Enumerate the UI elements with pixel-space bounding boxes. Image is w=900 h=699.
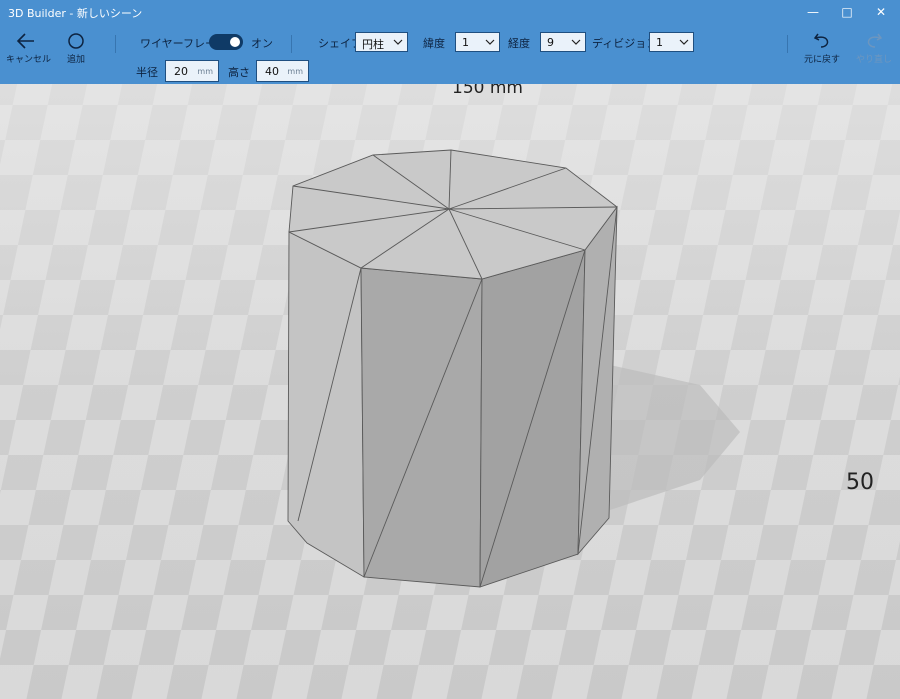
window-title: 3D Builder - 新しいシーン — [8, 7, 143, 20]
minimize-button[interactable]: — — [796, 0, 830, 24]
undo-button[interactable]: 元に戻す — [800, 32, 844, 65]
shape-select[interactable]: 円柱 — [355, 32, 408, 52]
radius-value: 20 — [174, 65, 188, 78]
chevron-down-icon — [679, 39, 689, 45]
toggle-knob — [230, 37, 240, 47]
undo-icon — [813, 33, 829, 48]
height-label: 高さ — [228, 66, 250, 79]
toolbar-separator — [115, 35, 116, 53]
close-button[interactable]: ✕ — [864, 0, 898, 24]
cylinder-model[interactable] — [287, 149, 618, 588]
wireframe-toggle[interactable] — [209, 34, 243, 50]
shape-value: 円柱 — [362, 38, 384, 51]
radius-input[interactable]: 20 mm — [165, 60, 219, 82]
latitude-label: 緯度 — [423, 37, 445, 50]
add-button[interactable]: 追加 — [60, 32, 92, 65]
latitude-select[interactable]: 1 — [455, 32, 500, 52]
scene-canvas — [0, 84, 900, 699]
height-input[interactable]: 40 mm — [256, 60, 309, 82]
division-label: ディビジョン — [592, 37, 658, 50]
cancel-button[interactable]: キャンセル — [6, 32, 52, 65]
height-value: 40 — [265, 65, 279, 78]
toolbar: キャンセル 追加 ワイヤーフレーム オン シェイプ 円柱 緯度 1 経度 9 デ… — [0, 24, 900, 84]
chevron-down-icon — [571, 39, 581, 45]
arrow-left-icon — [16, 33, 34, 49]
chevron-down-icon — [485, 39, 495, 45]
add-label: 追加 — [66, 55, 85, 65]
division-value: 1 — [656, 36, 663, 49]
longitude-select[interactable]: 9 — [540, 32, 586, 52]
wireframe-state: オン — [251, 37, 273, 50]
circle-icon — [68, 33, 84, 49]
division-select[interactable]: 1 — [649, 32, 694, 52]
maximize-button[interactable]: □ — [830, 0, 864, 24]
redo-label: やり直し — [855, 55, 892, 65]
redo-icon — [867, 33, 883, 48]
radius-label: 半径 — [136, 66, 158, 79]
ruler-right-label: 50 — [846, 470, 874, 495]
toolbar-separator — [291, 35, 292, 53]
latitude-value: 1 — [462, 36, 469, 49]
longitude-label: 経度 — [508, 37, 530, 50]
height-unit: mm — [287, 67, 303, 76]
redo-button[interactable]: やり直し — [852, 32, 896, 65]
viewport-3d[interactable]: 150 mm 50 — [0, 84, 900, 699]
title-bar: 3D Builder - 新しいシーン — □ ✕ — [0, 0, 900, 24]
undo-label: 元に戻す — [803, 55, 840, 65]
cancel-label: キャンセル — [6, 55, 52, 65]
radius-unit: mm — [197, 67, 213, 76]
ruler-top-label: 150 mm — [452, 84, 523, 98]
toolbar-separator — [787, 35, 788, 53]
chevron-down-icon — [393, 39, 403, 45]
longitude-value: 9 — [547, 36, 554, 49]
